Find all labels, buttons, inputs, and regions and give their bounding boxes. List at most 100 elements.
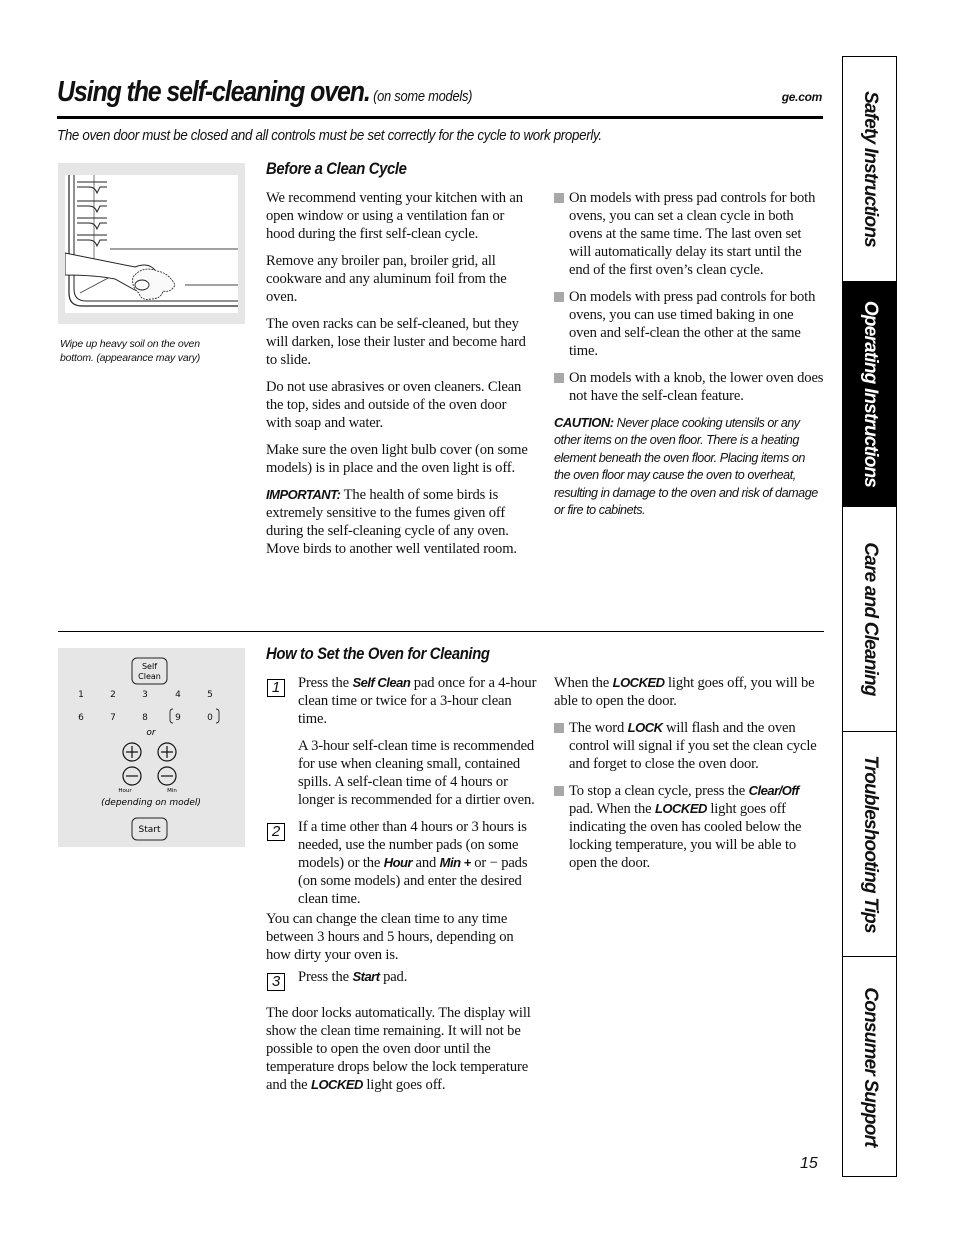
- step-note: A 3-hour self-clean time is recommended …: [298, 738, 535, 808]
- oven-wipe-illustration: [58, 163, 245, 324]
- text-run: When the: [554, 675, 613, 691]
- paragraph: We recommend venting your kitchen with a…: [266, 190, 523, 242]
- step-1: 1 Press the Self Clean pad once for a 4-…: [266, 674, 538, 809]
- locked-keyword: LOCKED: [612, 675, 665, 690]
- self-clean-label: Self: [142, 662, 157, 671]
- step-text: If a time other than 4 hours or 3 hours …: [298, 818, 538, 908]
- lock-keyword: LOCK: [627, 720, 663, 735]
- list-item: To stop a clean cycle, press the Clear/O…: [554, 782, 824, 872]
- important-note: IMPORTANT: The health of some birds is e…: [266, 486, 534, 558]
- paragraph: The oven racks can be self-cleaned, but …: [266, 316, 526, 368]
- title-note: (on some models): [373, 88, 473, 105]
- start-label: Start: [139, 825, 161, 835]
- step-number-box: 2: [267, 823, 285, 841]
- min-label: Min: [167, 788, 177, 794]
- text-run: The word: [569, 720, 628, 736]
- start-keyword: Start: [352, 969, 380, 984]
- header-rule: [57, 116, 823, 119]
- side-tab-nav: Safety Instructions Operating Instructio…: [842, 56, 897, 1177]
- step-3: 3 Press the Start pad.: [266, 968, 538, 991]
- keypad-digit: 0: [207, 713, 213, 723]
- self-clean-keyword: Self Clean: [352, 675, 411, 690]
- before-clean-left-column: We recommend venting your kitchen with a…: [266, 189, 534, 567]
- hour-keyword: Hour: [383, 855, 413, 870]
- self-clean-label: Clean: [138, 672, 161, 681]
- section-heading-set-oven: How to Set the Oven for Cleaning: [266, 645, 490, 663]
- tab-care-and-cleaning[interactable]: Care and Cleaning: [843, 507, 897, 732]
- figure-caption: Wipe up heavy soil on the oven bottom. (a…: [60, 337, 250, 365]
- bullet-square-icon: [554, 723, 564, 733]
- section-heading-before-clean: Before a Clean Cycle: [266, 160, 407, 178]
- bullet-text: On models with a knob, the lower oven do…: [569, 370, 824, 404]
- text-run: light goes off.: [362, 1077, 446, 1093]
- list-item: The word LOCK will flash and the oven co…: [554, 719, 824, 773]
- when-locked-text: When the LOCKED light goes off, you will…: [554, 674, 824, 710]
- paragraph: Do not use abrasives or oven cleaners. C…: [266, 379, 522, 431]
- step-text: Press the Start pad.: [298, 968, 538, 986]
- keypad-digit: 3: [142, 690, 148, 700]
- bullet-square-icon: [554, 193, 564, 203]
- locked-keyword: LOCKED: [654, 801, 707, 816]
- bullet-text: On models with press pad controls for bo…: [569, 190, 816, 278]
- control-panel-illustration: Self Clean 1 2 3 4 5 6 7 8 9 0 or Hour M…: [58, 648, 245, 847]
- list-item: On models with a knob, the lower oven do…: [554, 369, 824, 405]
- text-run: pad. When the: [569, 801, 655, 817]
- plus-icon: [161, 746, 173, 758]
- before-clean-right-column: On models with press pad controls for bo…: [554, 189, 824, 519]
- keypad-digit: 7: [110, 713, 116, 723]
- hand-wiping-oven-icon: [65, 175, 238, 313]
- model-note: (depending on model): [101, 798, 201, 808]
- clear-off-keyword: Clear/Off: [748, 783, 800, 798]
- tab-label: Operating Instructions: [860, 300, 881, 488]
- tab-troubleshooting-tips[interactable]: Troubleshooting Tips: [843, 732, 897, 957]
- bullet-square-icon: [554, 373, 564, 383]
- keypad-digit: 4: [175, 690, 181, 700]
- locked-keyword: LOCKED: [311, 1077, 363, 1092]
- bullet-square-icon: [554, 786, 564, 796]
- caution-label: CAUTION:: [554, 415, 614, 430]
- tab-operating-instructions[interactable]: Operating Instructions: [843, 282, 897, 507]
- keypad-digit: 8: [142, 713, 148, 723]
- caption-line: Wipe up heavy soil on the oven: [60, 338, 200, 350]
- tab-consumer-support[interactable]: Consumer Support: [843, 957, 897, 1176]
- step-text: Press the Self Clean pad once for a 4-ho…: [298, 674, 538, 728]
- bullet-text: On models with press pad controls for bo…: [569, 289, 816, 359]
- important-label: IMPORTANT:: [266, 487, 341, 502]
- page-title: Using the self-cleaning oven. (on some mo…: [57, 76, 472, 109]
- section-divider: [58, 631, 824, 632]
- tab-safety-instructions[interactable]: Safety Instructions: [843, 57, 897, 282]
- intro-text: The oven door must be closed and all con…: [57, 128, 602, 144]
- page-title-text: Using the self-cleaning oven.: [57, 76, 371, 108]
- paragraph: Make sure the oven light bulb cover (on …: [266, 442, 528, 476]
- text-run: Press the: [298, 675, 353, 691]
- list-item: On models with press pad controls for bo…: [554, 288, 824, 360]
- keypad-digit: 5: [207, 690, 213, 700]
- page-number: 15: [800, 1155, 818, 1172]
- set-oven-right-column: When the LOCKED light goes off, you will…: [554, 674, 824, 881]
- keypad-digit: 9: [175, 713, 181, 723]
- or-label: or: [146, 728, 157, 738]
- caption-line: bottom. (appearance may vary): [60, 352, 201, 364]
- step-number-box: 1: [267, 679, 285, 697]
- caution-text: Never place cooking utensils or any othe…: [554, 416, 818, 518]
- keypad-digit: 2: [110, 690, 116, 700]
- list-item: On models with press pad controls for bo…: [554, 189, 824, 279]
- tab-label: Care and Cleaning: [860, 542, 881, 696]
- keypad-digit: 1: [78, 690, 84, 700]
- door-locks-text: The door locks automatically. The displa…: [266, 1004, 538, 1094]
- hour-label: Hour: [118, 788, 132, 794]
- step-number-box: 3: [267, 973, 285, 991]
- bullet-square-icon: [554, 292, 564, 302]
- text-run: pad.: [379, 969, 408, 985]
- paragraph: Remove any broiler pan, broiler grid, al…: [266, 253, 507, 305]
- tab-label: Safety Instructions: [860, 91, 881, 247]
- change-time-text: You can change the clean time to any tim…: [266, 911, 514, 963]
- step-2: 2 If a time other than 4 hours or 3 hour…: [266, 818, 538, 908]
- control-panel-svg: Self Clean 1 2 3 4 5 6 7 8 9 0 or Hour M…: [78, 657, 220, 841]
- text-run: and: [412, 855, 440, 871]
- text-run: To stop a clean cycle, press the: [569, 783, 749, 799]
- keypad-digit: 6: [78, 713, 84, 723]
- site-link[interactable]: ge.com: [782, 90, 823, 104]
- set-oven-left-column: 1 Press the Self Clean pad once for a 4-…: [266, 674, 538, 1103]
- tab-label: Troubleshooting Tips: [860, 755, 881, 933]
